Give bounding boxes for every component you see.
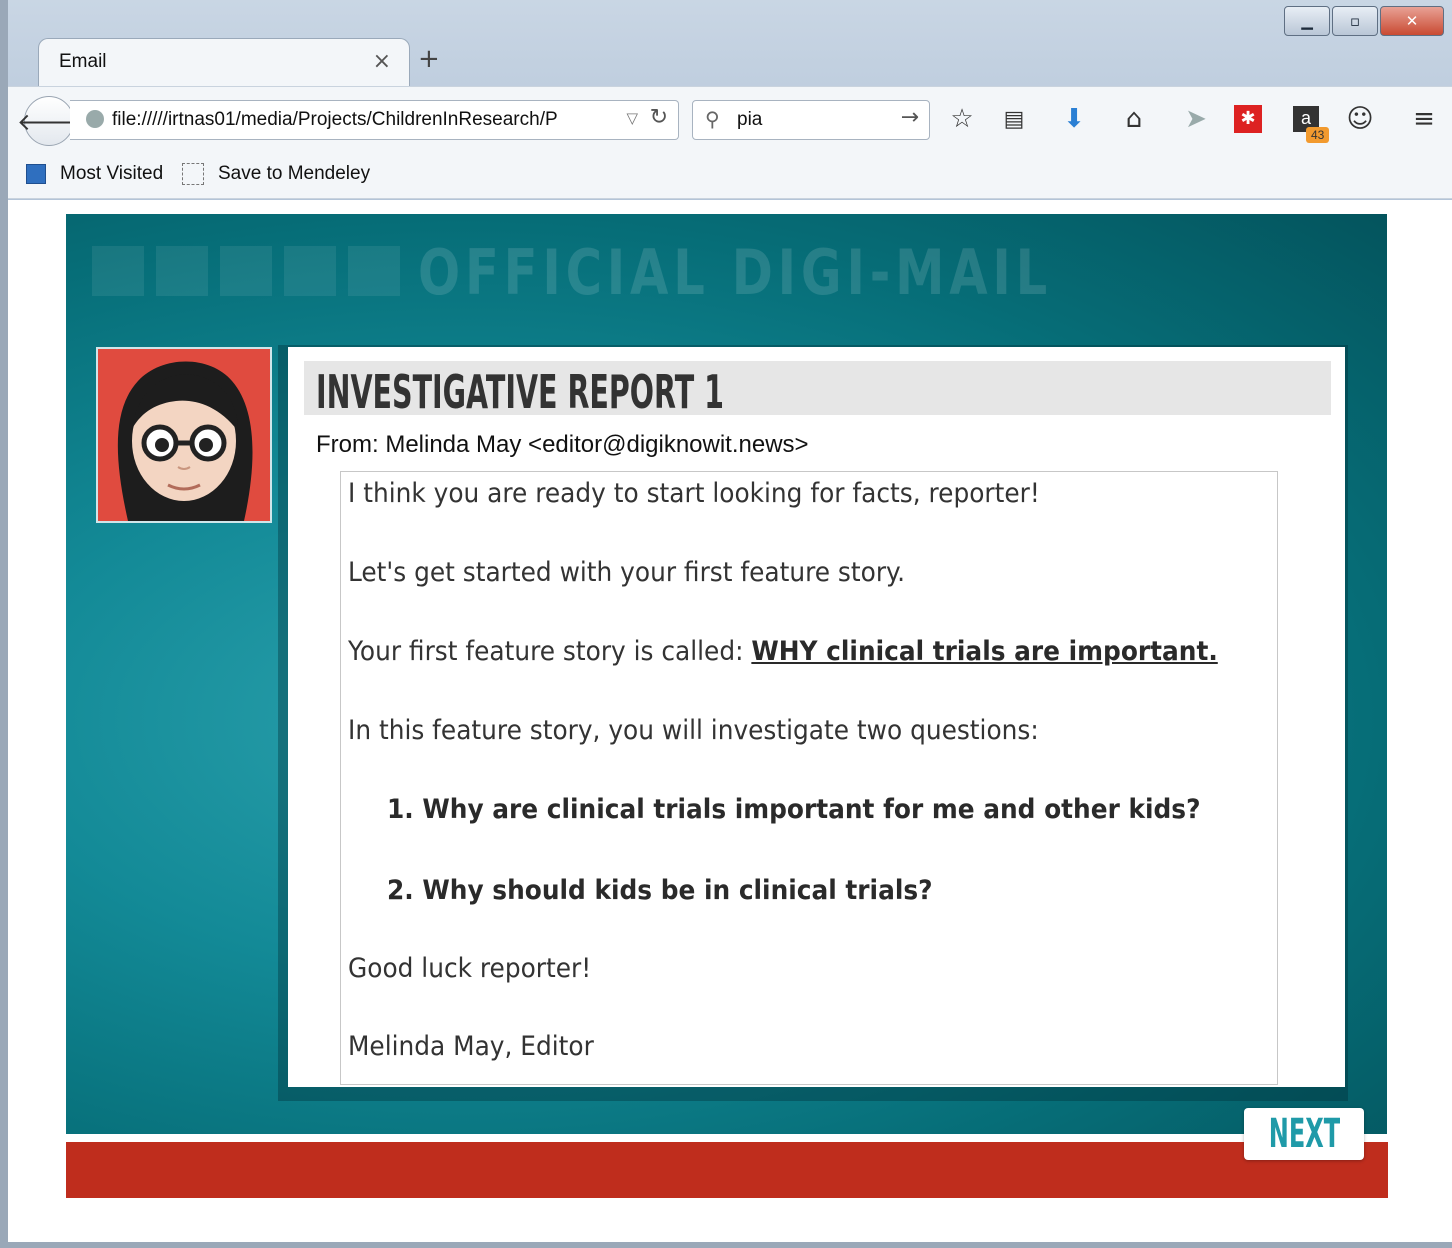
next-button[interactable]: NEXT xyxy=(1244,1108,1364,1160)
message-body: I think you are ready to start looking f… xyxy=(340,471,1278,1085)
bookmark-save-to-mendeley[interactable]: Save to Mendeley xyxy=(182,163,370,185)
sender-line: From: Melinda May <editor@digiknowit.new… xyxy=(316,431,809,458)
home-icon[interactable]: ⌂ xyxy=(1116,101,1152,137)
next-label: NEXT xyxy=(1268,1111,1340,1157)
story-title: WHY clinical trials are important. xyxy=(751,636,1218,667)
search-bar[interactable]: ⚲ pia → xyxy=(692,100,930,140)
tab-close-icon[interactable]: × xyxy=(373,49,391,74)
folder-icon xyxy=(26,164,46,184)
masthead-title: OFFICIAL DIGI-MAIL xyxy=(418,236,1053,309)
footer-divider xyxy=(66,1134,1388,1142)
question-2: 2. Why should kids be in clinical trials… xyxy=(387,875,933,906)
navigation-toolbar: 🡐 file://///irtnas01/media/Projects/Chil… xyxy=(8,86,1452,155)
avatar-illustration xyxy=(98,349,270,521)
addon-red-icon[interactable]: ✱ xyxy=(1230,101,1266,137)
globe-icon xyxy=(86,110,104,128)
message-text: Your first feature story is called: xyxy=(348,636,752,667)
bookmarklet-icon xyxy=(182,163,204,185)
send-icon[interactable]: ➤ xyxy=(1178,101,1214,137)
chat-icon[interactable]: ☺ xyxy=(1342,101,1378,137)
bookmarks-toolbar: Most Visited Save to Mendeley xyxy=(8,154,1452,199)
search-go-icon[interactable]: → xyxy=(901,105,919,130)
masthead-block xyxy=(92,246,144,296)
message-line: Good luck reporter! xyxy=(348,953,592,984)
masthead-block xyxy=(156,246,208,296)
back-button[interactable]: 🡐 xyxy=(17,96,81,146)
bookmark-star-icon[interactable]: ☆ xyxy=(944,101,980,137)
url-bar[interactable]: file://///irtnas01/media/Projects/Childr… xyxy=(70,100,679,140)
bookmark-label: Save to Mendeley xyxy=(218,163,371,184)
reload-icon[interactable]: ↻ xyxy=(650,105,668,130)
bookmark-label: Most Visited xyxy=(60,163,164,184)
masthead-block xyxy=(348,246,400,296)
window-border xyxy=(0,0,8,1248)
url-text[interactable]: file://///irtnas01/media/Projects/Childr… xyxy=(112,109,612,131)
tab-email[interactable]: Email × xyxy=(38,38,410,89)
new-tab-button[interactable]: + xyxy=(418,44,440,74)
message-line: Let's get started with your first featur… xyxy=(348,557,906,588)
reading-list-icon[interactable]: ▤ xyxy=(996,101,1032,137)
bookmark-most-visited[interactable]: Most Visited xyxy=(26,163,163,185)
digi-mail-stage: OFFICIAL DIGI-MAIL INVESTIGATIVE REPORT … xyxy=(66,214,1387,1134)
downloads-icon[interactable]: ⬇ xyxy=(1056,101,1092,137)
masthead-decoration xyxy=(92,246,400,296)
search-input[interactable]: pia xyxy=(737,109,762,131)
signature: Melinda May, Editor xyxy=(348,1031,594,1062)
masthead-block xyxy=(220,246,272,296)
menu-icon[interactable]: ≡ xyxy=(1406,101,1442,137)
tab-title: Email xyxy=(59,51,107,72)
question-1: 1. Why are clinical trials important for… xyxy=(387,794,1201,825)
masthead-block xyxy=(284,246,336,296)
message-line: In this feature story, you will investig… xyxy=(348,715,1039,746)
message-line: I think you are ready to start looking f… xyxy=(348,478,1040,509)
notification-badge: 43 xyxy=(1306,127,1330,143)
url-dropdown-icon[interactable]: ▽ xyxy=(626,109,638,127)
tab-bar: Email × + xyxy=(8,0,1452,89)
report-header: INVESTIGATIVE REPORT 1 xyxy=(304,361,1331,419)
footer-bar xyxy=(66,1142,1388,1198)
editor-avatar xyxy=(96,347,272,523)
feature-story-line: Your first feature story is called: WHY … xyxy=(348,636,1218,667)
search-icon: ⚲ xyxy=(705,107,720,131)
email-card: INVESTIGATIVE REPORT 1 From: Melinda May… xyxy=(288,347,1345,1087)
report-title: INVESTIGATIVE REPORT 1 xyxy=(316,365,724,419)
window-bottom-border xyxy=(8,1242,1452,1248)
